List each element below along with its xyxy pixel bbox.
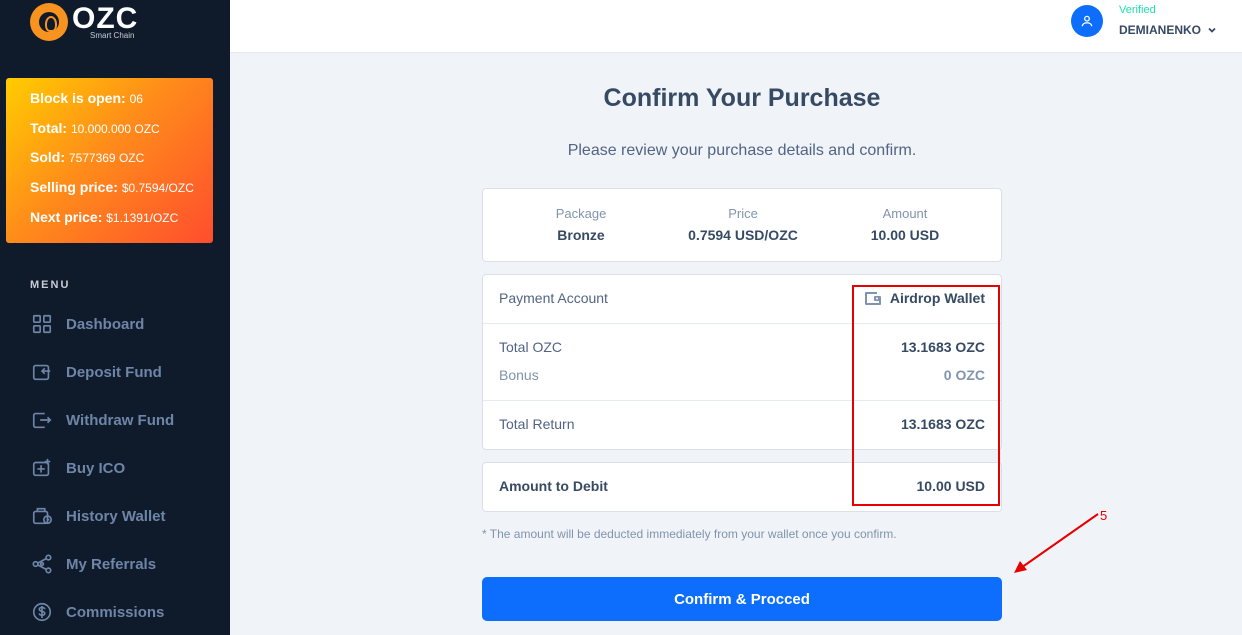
- amount-label: Amount: [882, 206, 928, 221]
- user-menu-toggle[interactable]: DEMIANENKO: [1119, 23, 1217, 37]
- block-sold-value: 7577369 OZC: [68, 151, 145, 166]
- block-open-row: Block is open: 06: [30, 88, 213, 118]
- block-sold-label: Sold:: [30, 149, 65, 166]
- total-ozc-value: 13.1683 OZC: [900, 339, 985, 355]
- bonus-row: Bonus 0 OZC: [499, 367, 985, 383]
- purchase-details: Payment Account Airdrop Wallet Total OZC…: [482, 274, 1002, 450]
- price-value: 0.7594 USD/OZC: [688, 227, 798, 243]
- total-ozc-label: Total OZC: [499, 339, 563, 355]
- total-ozc-row: Total OZC 13.1683 OZC: [499, 339, 985, 355]
- amount-to-debit-value: 10.00 USD: [916, 478, 985, 494]
- block-sold-row: Sold: 7577369 OZC: [30, 147, 213, 177]
- sidebar-item-my-referrals[interactable]: My Referrals: [30, 550, 156, 578]
- deduction-note: * The amount will be deducted immediatel…: [482, 527, 897, 541]
- user-avatar[interactable]: [1071, 5, 1103, 37]
- logo[interactable]: OZC Smart Chain: [30, 2, 138, 42]
- wallet-icon: [30, 504, 54, 528]
- block-selling-row: Selling price: $0.7594/OZC: [30, 177, 213, 207]
- brand-name: OZC: [72, 2, 139, 35]
- price-column: Price 0.7594 USD/OZC: [663, 206, 823, 243]
- page-title: Confirm Your Purchase: [603, 84, 881, 112]
- block-selling-label: Selling price:: [30, 179, 118, 196]
- top-header: Verified DEMIANENKO: [230, 0, 1242, 53]
- sidebar-item-label: Deposit Fund: [66, 363, 162, 381]
- dollar-icon: [30, 600, 54, 624]
- confirm-proceed-button[interactable]: Confirm & Procced: [482, 577, 1002, 621]
- sidebar-item-buy-ico[interactable]: Buy ICO: [30, 454, 125, 482]
- total-return-row: Total Return 13.1683 OZC: [499, 416, 985, 432]
- sidebar: OZC Smart Chain Block is open: 06 Total:…: [0, 0, 230, 635]
- username: DEMIANENKO: [1119, 23, 1202, 37]
- sidebar-item-label: Commissions: [66, 603, 165, 621]
- package-value: Bronze: [557, 227, 605, 243]
- price-label: Price: [728, 206, 758, 221]
- block-next-label: Next price:: [30, 208, 103, 225]
- block-total-label: Total:: [30, 119, 68, 136]
- amount-to-debit-row: Amount to Debit 10.00 USD: [499, 478, 985, 494]
- amount-to-debit-label: Amount to Debit: [499, 478, 608, 494]
- payment-account-row: Payment Account Airdrop Wallet: [499, 290, 985, 306]
- user-icon: [1081, 15, 1093, 27]
- amount-value: 10.00 USD: [870, 227, 940, 243]
- sidebar-item-label: Withdraw Fund: [66, 411, 175, 429]
- payment-account-value: Airdrop Wallet: [889, 290, 985, 306]
- total-return-label: Total Return: [499, 416, 575, 432]
- bonus-value: 0 OZC: [943, 367, 985, 383]
- brand-tagline: Smart Chain: [90, 31, 135, 40]
- sidebar-item-label: Buy ICO: [66, 459, 126, 477]
- sidebar-item-withdraw-fund[interactable]: Withdraw Fund: [30, 406, 174, 434]
- buy-icon: [30, 456, 54, 480]
- block-open-value: 06: [129, 92, 143, 106]
- page-subtitle: Please review your purchase details and …: [567, 142, 917, 159]
- block-selling-value: $0.7594/OZC: [121, 181, 194, 196]
- sidebar-item-label: History Wallet: [66, 507, 166, 525]
- annotation-arrow-icon: [1014, 513, 1099, 573]
- package-label: Package: [555, 206, 607, 221]
- verified-status: Verified: [1119, 4, 1156, 16]
- package-column: Package Bronze: [501, 206, 661, 243]
- amount-to-debit-box: Amount to Debit 10.00 USD: [482, 462, 1002, 512]
- payment-account-label: Payment Account: [499, 290, 608, 306]
- total-return-value: 13.1683 OZC: [900, 416, 985, 432]
- block-info-card: Block is open: 06 Total: 10.000.000 OZC …: [6, 78, 213, 243]
- sidebar-item-deposit-fund[interactable]: Deposit Fund: [30, 358, 162, 386]
- share-icon: [30, 552, 54, 576]
- deposit-icon: [30, 360, 54, 384]
- divider: [483, 400, 1001, 401]
- chevron-down-icon: [1207, 25, 1217, 35]
- divider: [483, 323, 1001, 324]
- sidebar-item-dashboard[interactable]: Dashboard: [30, 310, 144, 338]
- ozc-logo-icon: [30, 3, 68, 41]
- wallet-icon: [864, 290, 882, 306]
- menu-title: MENU: [30, 279, 71, 291]
- sidebar-item-commissions[interactable]: Commissions: [30, 598, 164, 626]
- sidebar-item-label: Dashboard: [66, 315, 145, 333]
- sidebar-item-label: My Referrals: [66, 555, 157, 573]
- sidebar-item-history-wallet[interactable]: History Wallet: [30, 502, 165, 530]
- block-next-value: $1.1391/OZC: [106, 210, 179, 225]
- bonus-label: Bonus: [499, 367, 539, 383]
- package-summary: Package Bronze Price 0.7594 USD/OZC Amou…: [482, 188, 1002, 262]
- block-next-row: Next price: $1.1391/OZC: [30, 207, 213, 237]
- block-total-value: 10.000.000 OZC: [70, 121, 160, 136]
- grid-icon: [30, 312, 54, 336]
- withdraw-icon: [30, 408, 54, 432]
- block-total-row: Total: 10.000.000 OZC: [30, 118, 213, 148]
- block-open-label: Block is open:: [30, 90, 126, 106]
- amount-column: Amount 10.00 USD: [825, 206, 985, 243]
